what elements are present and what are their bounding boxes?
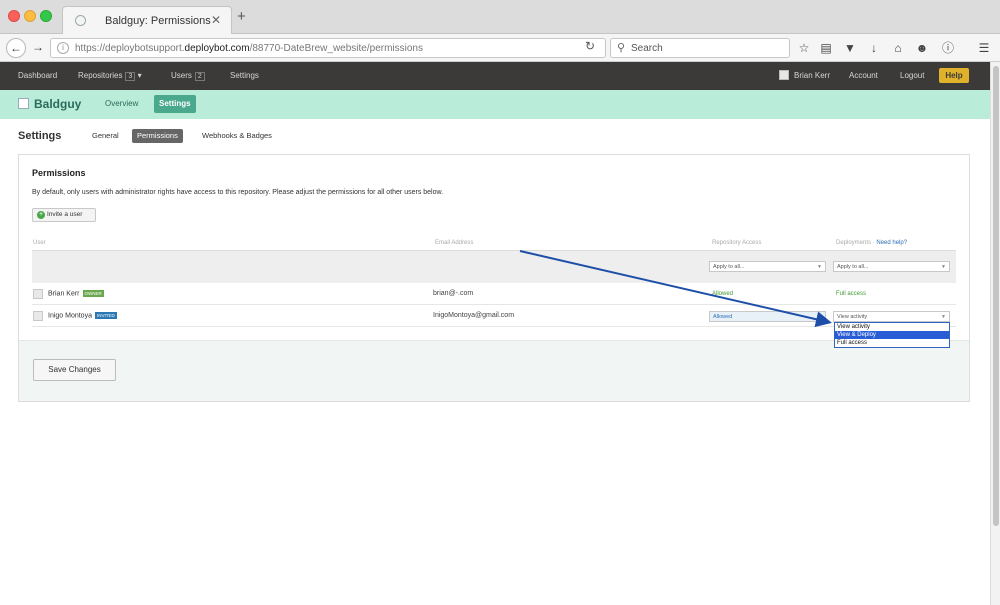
tab-close-icon[interactable]: ✕: [211, 13, 221, 27]
apply-all-deploy-value: Apply to all...: [837, 264, 869, 270]
new-tab-button[interactable]: +: [237, 9, 246, 24]
search-input[interactable]: ⚲ Search: [610, 38, 790, 58]
table-row-user: Inigo Montoya INVITED: [48, 312, 117, 319]
column-header-email: Email Address: [435, 240, 474, 246]
invite-user-label: Invite a user: [47, 211, 83, 218]
invite-user-button[interactable]: + Invite a user: [32, 208, 96, 222]
chat-icon[interactable]: ☻: [914, 40, 930, 56]
repo-access-select[interactable]: Allowed ▼: [709, 311, 826, 322]
column-header-user: User: [33, 240, 46, 246]
plus-icon: +: [37, 211, 45, 219]
save-changes-button[interactable]: Save Changes: [33, 359, 116, 381]
subtab-webhooks[interactable]: Webhooks & Badges: [197, 129, 277, 143]
repo-icon: [18, 98, 29, 109]
chevron-down-icon: ▼: [941, 264, 946, 270]
chevron-down-icon: ▼: [941, 314, 946, 320]
forward-icon[interactable]: →: [28, 38, 48, 58]
pocket-icon[interactable]: ▼: [842, 40, 858, 56]
tab-overview[interactable]: Overview: [100, 95, 143, 113]
repo-access-select-value: Allowed: [713, 314, 733, 320]
apply-all-repo-select[interactable]: Apply to all... ▼: [709, 261, 826, 272]
scrollbar[interactable]: [990, 62, 1000, 605]
subtab-permissions[interactable]: Permissions: [132, 129, 183, 143]
site-info-icon[interactable]: i: [57, 42, 69, 54]
maximize-window-button[interactable]: [40, 10, 52, 22]
tab-title: Baldguy: Permissions: [105, 15, 211, 27]
subtab-general[interactable]: General: [87, 129, 124, 143]
scrollbar-thumb[interactable]: [993, 66, 999, 526]
minimize-window-button[interactable]: [24, 10, 36, 22]
user-email: InigoMontoya@gmail.com: [433, 312, 515, 319]
divider: [32, 326, 956, 327]
close-window-button[interactable]: [8, 10, 20, 22]
divider: [32, 304, 956, 305]
nav-dashboard[interactable]: Dashboard: [18, 71, 57, 80]
user-name: Brian Kerr: [48, 290, 80, 298]
avatar: [779, 70, 789, 80]
app-top-bar: Dashboard Repositories 3 ▾ Users 2 Setting…: [0, 62, 990, 90]
bookmark-star-icon[interactable]: ☆: [796, 40, 812, 56]
form-footer: [19, 340, 969, 401]
user-email: brian@-.com: [433, 290, 474, 297]
apply-all-deploy-select[interactable]: Apply to all... ▼: [833, 261, 950, 272]
chevron-down-icon: ▾: [137, 71, 142, 80]
status-badge: OWNER: [82, 290, 104, 297]
browser-tab[interactable]: o Baldguy: Permissions ✕: [62, 6, 232, 34]
nav-users-label: Users: [171, 71, 192, 80]
column-header-repo-access: Repository Access: [712, 240, 762, 246]
home-icon[interactable]: ⌂: [890, 40, 906, 56]
nav-repositories[interactable]: Repositories 3 ▾: [78, 71, 142, 81]
dropdown-option-view-deploy[interactable]: View & Deploy: [835, 331, 949, 339]
info-icon[interactable]: ⓘ: [940, 40, 956, 56]
url-text: https://deploybotsupport.deploybot.com/8…: [75, 43, 423, 54]
browser-tab-bar: o Baldguy: Permissions ✕ +: [0, 0, 1000, 34]
chevron-down-icon: ▼: [817, 314, 822, 320]
dropdown-option-full-access[interactable]: Full access: [835, 339, 949, 347]
deployments-select[interactable]: View activity ▼: [833, 311, 950, 322]
user-name: Inigo Montoya: [48, 312, 92, 320]
avatar: [33, 311, 43, 321]
search-placeholder: Search: [631, 43, 663, 54]
help-button[interactable]: Help: [939, 68, 969, 83]
table-row-user: Brian Kerr OWNER: [48, 290, 104, 297]
reload-icon[interactable]: ↻: [585, 39, 595, 53]
deployments-value: Full access: [836, 291, 867, 297]
status-badge: INVITED: [94, 312, 117, 319]
menu-icon[interactable]: ☰: [976, 40, 992, 56]
permissions-title: Permissions: [32, 168, 86, 178]
need-help-link[interactable]: Need help?: [876, 240, 907, 246]
browser-toolbar: ← → i https://deploybotsupport.deploybot…: [0, 34, 1000, 62]
download-icon[interactable]: ↓: [866, 40, 882, 56]
avatar: [33, 289, 43, 299]
url-input[interactable]: i https://deploybotsupport.deploybot.com…: [50, 38, 606, 58]
users-count: 2: [194, 72, 205, 81]
repo-access-value: Allowed: [712, 291, 734, 297]
permissions-description: By default, only users with administrato…: [32, 189, 444, 196]
back-icon[interactable]: ←: [6, 38, 26, 58]
repositories-count: 3: [125, 72, 136, 81]
column-header-deployments: Deployments · Need help?: [836, 240, 908, 246]
dropdown-option-view-activity[interactable]: View activity: [835, 323, 949, 331]
column-header-deployments-label: Deployments: [836, 240, 872, 246]
reading-list-icon[interactable]: ▤: [818, 40, 834, 56]
nav-logout[interactable]: Logout: [900, 71, 924, 80]
nav-settings[interactable]: Settings: [230, 71, 259, 80]
nav-account[interactable]: Account: [849, 71, 878, 80]
apply-all-repo-value: Apply to all...: [713, 264, 745, 270]
nav-repositories-label: Repositories: [78, 71, 123, 80]
repo-header: Baldguy Overview Settings: [0, 90, 990, 119]
search-icon: ⚲: [617, 42, 626, 54]
deployments-select-value: View activity: [837, 314, 868, 320]
chevron-down-icon: ▼: [817, 264, 822, 270]
tab-settings[interactable]: Settings: [154, 95, 196, 113]
nav-users[interactable]: Users 2: [171, 71, 205, 81]
current-user-name[interactable]: Brian Kerr: [794, 71, 830, 80]
deployments-dropdown-list[interactable]: View activity View & Deploy Full access: [834, 322, 950, 348]
repo-name[interactable]: Baldguy: [34, 97, 81, 111]
page-title: Settings: [18, 130, 62, 142]
favicon-icon: o: [75, 15, 86, 26]
